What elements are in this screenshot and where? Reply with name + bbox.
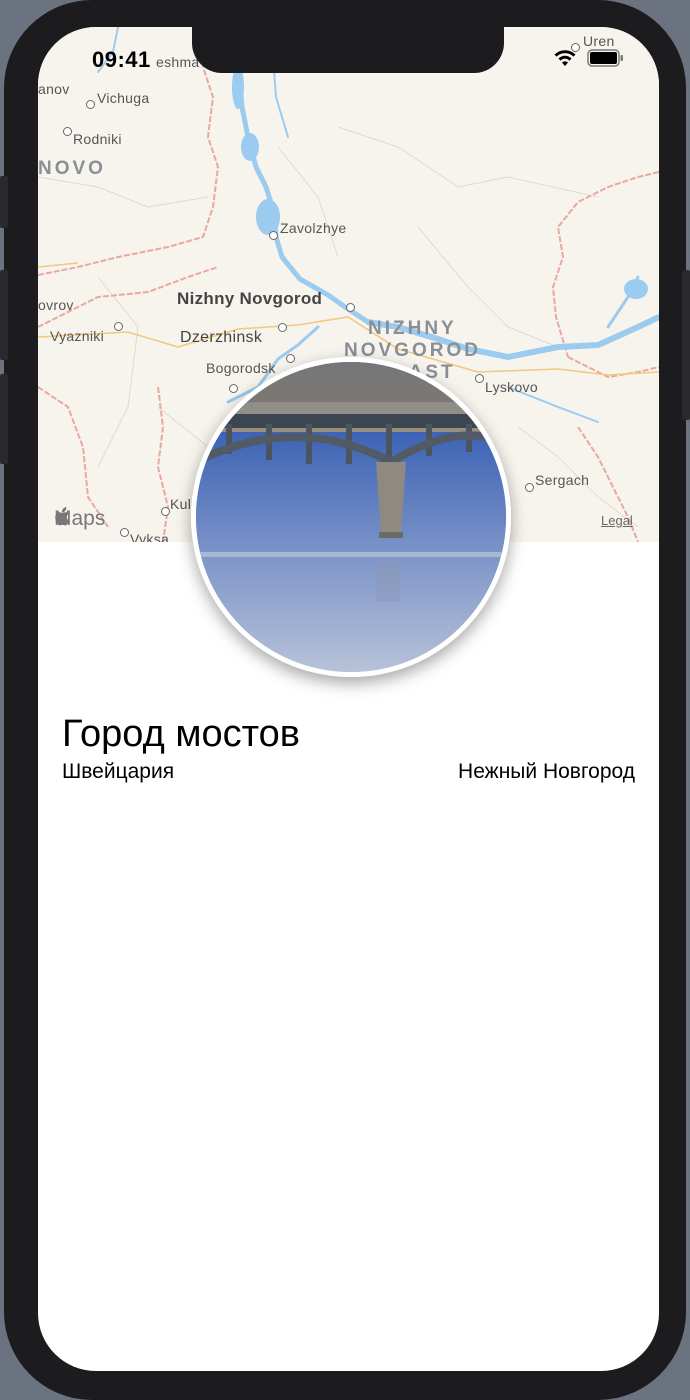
place-country: Швейцария bbox=[62, 760, 175, 783]
place-city: Нежный Новгород bbox=[458, 760, 635, 783]
screen: 09:41 Uren eshma anov Vichuga Rodniki NO… bbox=[38, 27, 659, 1371]
wifi-icon bbox=[554, 50, 576, 66]
map-pin bbox=[120, 528, 129, 537]
place-title: Город мостов bbox=[62, 713, 300, 755]
map-pin bbox=[269, 231, 278, 240]
map-label-ivanovo-region: NOVO bbox=[38, 158, 106, 179]
status-icons bbox=[553, 49, 625, 67]
map-pin bbox=[161, 507, 170, 516]
map-pin bbox=[525, 483, 534, 492]
bridge-image bbox=[196, 362, 506, 672]
phone-frame: 09:41 Uren eshma anov Vichuga Rodniki NO… bbox=[0, 0, 690, 1400]
apple-icon bbox=[55, 507, 70, 526]
map-label-lyskovo: Lyskovo bbox=[485, 379, 538, 395]
power-button bbox=[682, 270, 690, 420]
map-label-nizhny-novgorod: Nizhny Novgorod bbox=[177, 289, 323, 308]
map-pin bbox=[475, 374, 484, 383]
battery-icon bbox=[587, 49, 623, 67]
map-pin bbox=[114, 322, 123, 331]
map-label-bogorodsk: Bogorodsk bbox=[206, 360, 276, 376]
map-label-dzerzhinsk: Dzerzhinsk bbox=[180, 329, 263, 346]
maps-logo: Maps bbox=[54, 507, 105, 531]
volume-up-button bbox=[0, 270, 8, 360]
map-label-zavolzhye: Zavolzhye bbox=[280, 220, 347, 236]
map-label-region-1: NIZHNY bbox=[368, 318, 457, 339]
legal-link[interactable]: Legal bbox=[601, 513, 633, 528]
map-pin bbox=[63, 127, 72, 136]
mute-switch bbox=[0, 176, 8, 228]
map-label-ivanovo: anov bbox=[38, 81, 70, 97]
notch bbox=[192, 27, 504, 73]
place-photo bbox=[191, 357, 511, 677]
map-label-vyksa: Vyksa bbox=[130, 531, 170, 542]
map-label-uren: Uren bbox=[583, 33, 615, 49]
map-label-sergach: Sergach bbox=[535, 472, 590, 488]
map-pin bbox=[278, 323, 287, 332]
map-pin bbox=[286, 354, 295, 363]
volume-down-button bbox=[0, 374, 8, 464]
map-pin bbox=[229, 384, 238, 393]
status-time: 09:41 bbox=[92, 47, 151, 72]
map-pin bbox=[86, 100, 95, 109]
map-label-vichuga: Vichuga bbox=[97, 90, 150, 106]
map-label-vyazniki: Vyazniki bbox=[50, 328, 105, 344]
map-label-kulebaki: Kul bbox=[170, 496, 192, 512]
map-label-kovrov: ovrov bbox=[38, 297, 74, 313]
map-label-sheshma: eshma bbox=[156, 54, 200, 70]
map-label-rodniki: Rodniki bbox=[73, 131, 122, 147]
map-pin bbox=[346, 303, 355, 312]
